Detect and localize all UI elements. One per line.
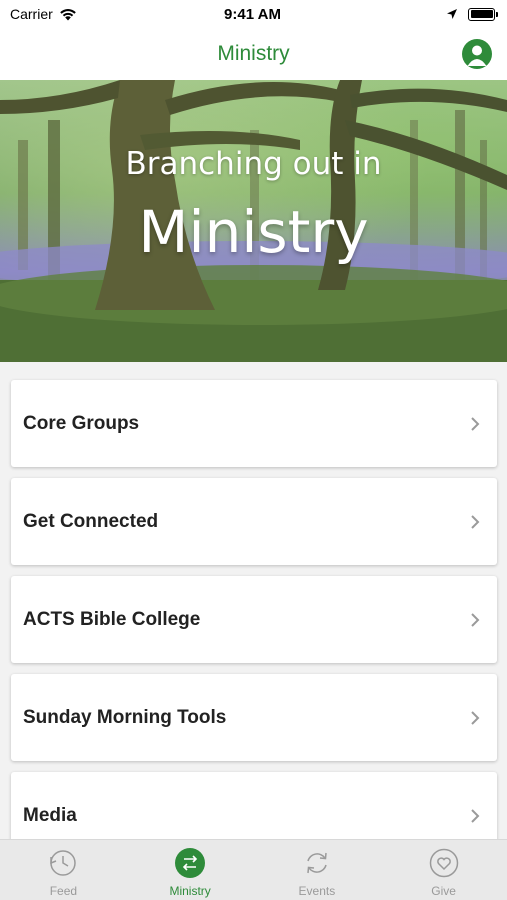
menu-item-label: Core Groups bbox=[23, 412, 140, 434]
tab-events[interactable]: Events bbox=[254, 840, 381, 900]
status-right bbox=[345, 7, 498, 21]
menu-item-label: Media bbox=[23, 804, 77, 826]
refresh-icon bbox=[307, 852, 327, 874]
tab-label: Ministry bbox=[169, 884, 211, 898]
menu-item-label: Get Connected bbox=[23, 510, 159, 532]
tab-feed[interactable]: Feed bbox=[0, 840, 127, 900]
menu-item-label: ACTS Bible College bbox=[23, 608, 201, 630]
menu-item-get-connected[interactable]: Get Connected bbox=[11, 478, 497, 565]
battery-fill bbox=[470, 10, 493, 18]
tab-label: Give bbox=[431, 884, 456, 898]
person-icon bbox=[467, 45, 487, 66]
chevron-right-icon bbox=[471, 808, 480, 823]
status-bar: Carrier 9:41 AM bbox=[0, 0, 507, 28]
chevron-right-icon bbox=[471, 612, 480, 627]
chevron-right-icon bbox=[471, 416, 480, 431]
carrier-label: Carrier bbox=[10, 6, 53, 22]
menu-item-sunday-morning-tools[interactable]: Sunday Morning Tools bbox=[11, 674, 497, 761]
chevron-right-icon bbox=[471, 710, 480, 725]
navigation-bar: Ministry bbox=[0, 28, 507, 80]
ministry-menu: Core Groups Get Connected ACTS Bible Col… bbox=[11, 380, 497, 870]
status-left: Carrier bbox=[10, 6, 160, 22]
hero-banner: Branching out in Ministry bbox=[0, 80, 507, 362]
wifi-icon bbox=[59, 8, 76, 20]
history-icon bbox=[50, 850, 77, 876]
heart-icon bbox=[429, 848, 458, 878]
tab-bar: Feed Ministry Events Give bbox=[0, 839, 507, 900]
tab-label: Feed bbox=[49, 884, 78, 898]
hero-subtitle: Branching out in bbox=[125, 146, 382, 182]
menu-item-acts-bible-college[interactable]: ACTS Bible College bbox=[11, 576, 497, 663]
tab-ministry[interactable]: Ministry bbox=[127, 840, 254, 900]
menu-item-core-groups[interactable]: Core Groups bbox=[11, 380, 497, 467]
location-arrow-icon bbox=[447, 9, 457, 19]
tab-label: Events bbox=[298, 884, 336, 898]
profile-button[interactable] bbox=[462, 39, 492, 69]
swap-arrows-icon bbox=[175, 848, 206, 878]
tab-give[interactable]: Give bbox=[380, 840, 507, 900]
menu-item-label: Sunday Morning Tools bbox=[23, 706, 227, 728]
page-title: Ministry bbox=[217, 42, 290, 65]
chevron-right-icon bbox=[471, 514, 480, 529]
hero-title: Ministry bbox=[138, 198, 369, 266]
battery-icon bbox=[468, 7, 498, 21]
status-time: 9:41 AM bbox=[224, 5, 281, 23]
